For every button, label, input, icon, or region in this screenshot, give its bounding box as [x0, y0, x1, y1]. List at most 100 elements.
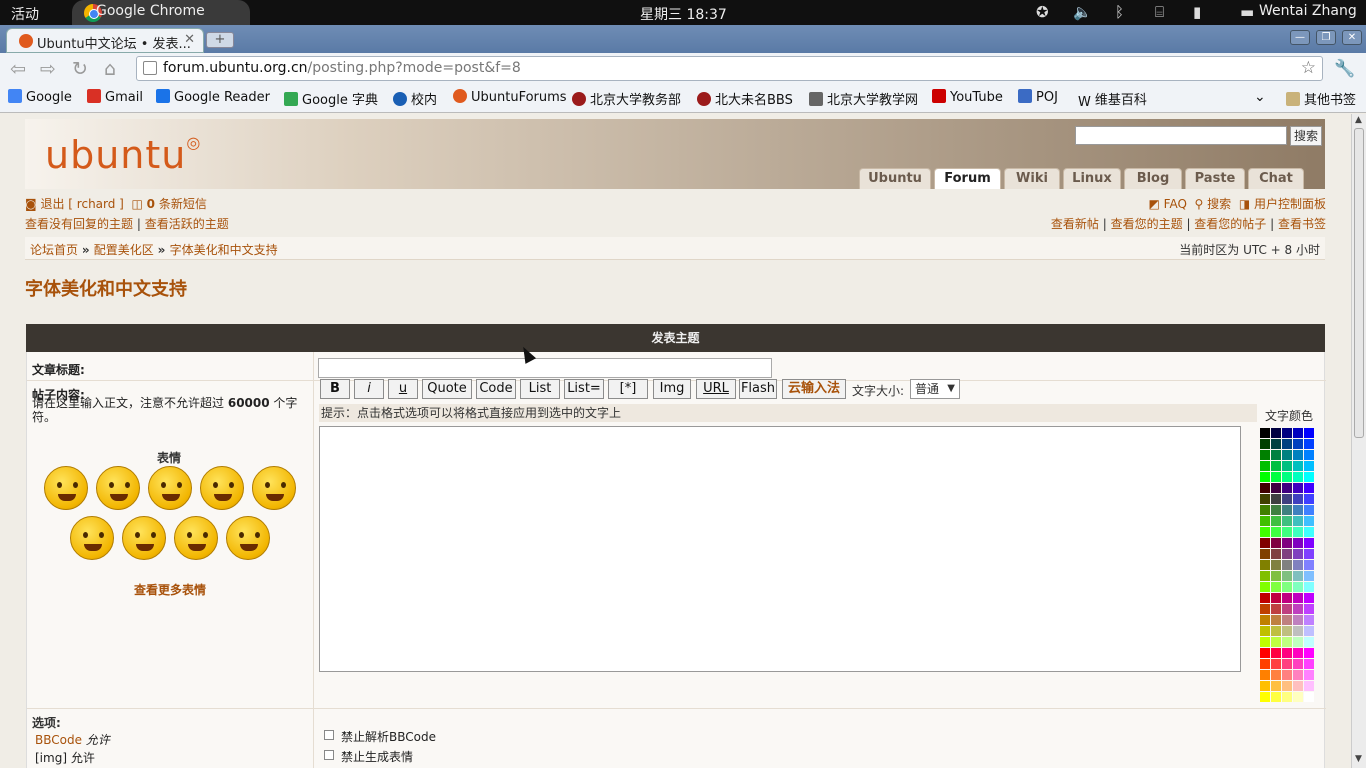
subject-input[interactable] — [318, 358, 772, 378]
color-swatch[interactable] — [1260, 615, 1270, 625]
color-swatch[interactable] — [1260, 428, 1270, 438]
view-bookmarks-link[interactable]: 查看书签 — [1278, 217, 1326, 231]
color-swatch[interactable] — [1304, 494, 1314, 504]
scrollbar-thumb[interactable] — [1354, 128, 1364, 438]
active-topics-link[interactable]: 查看活跃的主题 — [145, 217, 229, 231]
smiley-icon[interactable] — [148, 466, 192, 510]
home-icon[interactable]: ⌂ — [104, 58, 116, 80]
color-swatch[interactable] — [1304, 582, 1314, 592]
disable-bbcode-label[interactable]: 禁止解析BBCode — [341, 728, 436, 745]
minimize-button[interactable]: — — [1290, 30, 1310, 45]
color-swatch[interactable] — [1293, 604, 1303, 614]
color-swatch[interactable] — [1260, 637, 1270, 647]
color-swatch[interactable] — [1282, 659, 1292, 669]
vertical-scrollbar[interactable]: ▲ ▼ — [1351, 114, 1366, 768]
code-button[interactable]: Code — [476, 379, 516, 399]
color-swatch[interactable] — [1260, 527, 1270, 537]
new-posts-link[interactable]: 查看新帖 — [1051, 217, 1099, 231]
color-swatch[interactable] — [1260, 626, 1270, 636]
color-swatch[interactable] — [1271, 461, 1281, 471]
ubuntu-logo[interactable]: ubuntu◎ — [45, 133, 201, 177]
color-swatch[interactable] — [1282, 527, 1292, 537]
color-swatch[interactable] — [1260, 692, 1270, 702]
color-swatch[interactable] — [1282, 615, 1292, 625]
bookmark-xiaonei[interactable]: 校内 — [393, 89, 437, 108]
color-swatch[interactable] — [1282, 692, 1292, 702]
color-swatch[interactable] — [1293, 681, 1303, 691]
color-swatch[interactable] — [1271, 560, 1281, 570]
color-swatch[interactable] — [1293, 582, 1303, 592]
color-swatch[interactable] — [1304, 461, 1314, 471]
color-swatch[interactable] — [1293, 428, 1303, 438]
color-swatch[interactable] — [1271, 450, 1281, 460]
color-swatch[interactable] — [1293, 505, 1303, 515]
color-swatch[interactable] — [1304, 571, 1314, 581]
ordered-list-button[interactable]: List= — [564, 379, 604, 399]
smiley-icon[interactable] — [96, 466, 140, 510]
color-swatch[interactable] — [1304, 450, 1314, 460]
bbcode-link[interactable]: BBCode — [35, 733, 82, 747]
breadcrumb-home[interactable]: 论坛首页 — [30, 243, 78, 257]
nav-tab-blog[interactable]: Blog — [1124, 168, 1182, 189]
flash-button[interactable]: Flash — [739, 379, 777, 399]
color-swatch[interactable] — [1293, 692, 1303, 702]
color-swatch[interactable] — [1293, 450, 1303, 460]
wrench-menu-icon[interactable]: 🔧 — [1334, 59, 1355, 79]
user-menu[interactable]: Wentai Zhang — [1259, 3, 1357, 19]
color-swatch[interactable] — [1260, 571, 1270, 581]
page-title[interactable]: 字体美化和中文支持 — [25, 275, 187, 301]
color-swatch[interactable] — [1260, 593, 1270, 603]
color-swatch[interactable] — [1293, 538, 1303, 548]
color-swatch[interactable] — [1271, 681, 1281, 691]
color-swatch[interactable] — [1304, 659, 1314, 669]
color-swatch[interactable] — [1282, 538, 1292, 548]
color-swatch[interactable] — [1304, 483, 1314, 493]
smiley-icon[interactable] — [70, 516, 114, 560]
color-swatch[interactable] — [1304, 681, 1314, 691]
color-swatch[interactable] — [1260, 450, 1270, 460]
smiley-icon[interactable] — [174, 516, 218, 560]
browser-tab[interactable]: Ubuntu中文论坛 • 发表... ✕ — [6, 28, 204, 53]
color-swatch[interactable] — [1260, 659, 1270, 669]
color-swatch[interactable] — [1282, 472, 1292, 482]
nav-tab-chat[interactable]: Chat — [1248, 168, 1304, 189]
nav-tab-wiki[interactable]: Wiki — [1004, 168, 1060, 189]
color-swatch[interactable] — [1304, 692, 1314, 702]
color-swatch[interactable] — [1260, 461, 1270, 471]
color-swatch[interactable] — [1304, 472, 1314, 482]
color-swatch[interactable] — [1293, 659, 1303, 669]
bookmark-google-reader[interactable]: Google Reader — [156, 89, 270, 105]
color-swatch[interactable] — [1293, 571, 1303, 581]
color-swatch[interactable] — [1260, 439, 1270, 449]
url-button[interactable]: URL — [696, 379, 736, 399]
color-swatch[interactable] — [1260, 516, 1270, 526]
color-swatch[interactable] — [1271, 615, 1281, 625]
color-swatch[interactable] — [1271, 439, 1281, 449]
bookmark-star-icon[interactable]: ☆ — [1301, 58, 1316, 78]
url-text[interactable]: forum.ubuntu.org.cn/posting.php?mode=pos… — [163, 60, 521, 76]
color-swatch[interactable] — [1293, 494, 1303, 504]
color-swatch[interactable] — [1293, 549, 1303, 559]
color-swatch[interactable] — [1271, 571, 1281, 581]
smiley-icon[interactable] — [200, 466, 244, 510]
smiley-icon[interactable] — [252, 466, 296, 510]
color-swatch[interactable] — [1282, 593, 1292, 603]
color-swatch[interactable] — [1260, 648, 1270, 658]
color-swatch[interactable] — [1282, 681, 1292, 691]
scroll-down-icon[interactable]: ▼ — [1355, 754, 1362, 764]
nav-tab-ubuntu[interactable]: Ubuntu — [859, 168, 931, 189]
color-swatch[interactable] — [1271, 659, 1281, 669]
color-swatch[interactable] — [1271, 692, 1281, 702]
color-swatch[interactable] — [1293, 648, 1303, 658]
color-swatch[interactable] — [1271, 494, 1281, 504]
faq-link[interactable]: FAQ — [1164, 197, 1187, 211]
activities-button[interactable]: 活动 — [11, 4, 39, 24]
color-swatch[interactable] — [1282, 604, 1292, 614]
smiley-icon[interactable] — [122, 516, 166, 560]
header-search-button[interactable]: 搜索 — [1290, 126, 1322, 146]
color-swatch[interactable] — [1260, 494, 1270, 504]
bookmark-pku-bbs[interactable]: 北大未名BBS — [697, 89, 793, 108]
logout-link[interactable]: 退出 [ rchard ] — [40, 197, 123, 211]
more-smileys-link[interactable]: 查看更多表情 — [134, 581, 206, 598]
color-swatch[interactable] — [1271, 549, 1281, 559]
